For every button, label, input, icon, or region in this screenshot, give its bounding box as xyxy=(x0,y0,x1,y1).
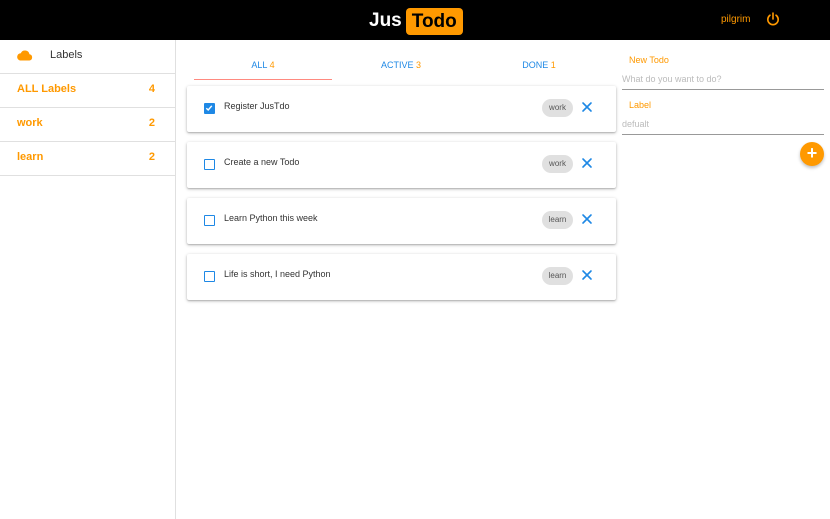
todo-label-chip: learn xyxy=(542,211,573,229)
sidebar-item-label: work xyxy=(17,117,43,129)
sidebar-item-work[interactable]: work 2 xyxy=(0,108,175,142)
delete-icon[interactable] xyxy=(580,268,594,282)
sidebar-header: Labels xyxy=(0,40,175,74)
tab-label: DONE xyxy=(522,60,549,70)
username-link[interactable]: pilgrim xyxy=(721,14,750,25)
todo-text: Register JusTdo xyxy=(224,101,290,111)
tab-done[interactable]: DONE 1 xyxy=(470,60,608,70)
new-todo-label: New Todo xyxy=(629,55,669,65)
todo-card: Life is short, I need Python learn xyxy=(187,254,616,300)
todo-text: Learn Python this week xyxy=(224,213,318,223)
tab-active[interactable]: ACTIVE 3 xyxy=(332,60,470,70)
todo-checkbox[interactable] xyxy=(204,103,215,114)
app-logo: Jus Todo xyxy=(369,7,463,35)
sidebar-item-learn[interactable]: learn 2 xyxy=(0,142,175,176)
sidebar-item-count: 4 xyxy=(148,83,155,95)
logo-text-jus: Jus xyxy=(369,10,402,31)
sidebar-item-count: 2 xyxy=(148,151,155,163)
sidebar-title: Labels xyxy=(50,49,83,61)
todo-label-chip: learn xyxy=(542,267,573,285)
logo-text-todo: Todo xyxy=(405,7,463,35)
todo-text: Create a new Todo xyxy=(224,157,300,167)
delete-icon[interactable] xyxy=(580,212,594,226)
add-todo-button[interactable]: + xyxy=(800,142,824,166)
new-todo-input[interactable] xyxy=(622,68,824,90)
todo-label-chip: work xyxy=(542,155,573,173)
tab-count: 3 xyxy=(416,60,422,70)
todo-card: Create a new Todo work xyxy=(187,142,616,188)
delete-icon[interactable] xyxy=(580,156,594,170)
todo-text: Life is short, I need Python xyxy=(224,269,331,279)
tab-all[interactable]: ALL 4 xyxy=(194,60,332,70)
todo-label-chip: work xyxy=(542,99,573,117)
sidebar-item-all-labels[interactable]: ALL Labels 4 xyxy=(0,74,175,108)
todo-checkbox[interactable] xyxy=(204,271,215,282)
todo-label-field-label: Label xyxy=(629,100,652,110)
filter-tabs: ALL 4 ACTIVE 3 DONE 1 xyxy=(194,60,608,81)
label-input[interactable] xyxy=(622,113,824,135)
top-app-bar: Jus Todo pilgrim xyxy=(0,0,830,40)
todo-checkbox[interactable] xyxy=(204,215,215,226)
labels-sidebar: Labels ALL Labels 4 work 2 learn 2 xyxy=(0,40,176,519)
todo-card: Learn Python this week learn xyxy=(187,198,616,244)
tab-label: ALL xyxy=(251,60,268,70)
sidebar-item-count: 2 xyxy=(148,117,155,129)
cloud-icon xyxy=(17,50,33,61)
plus-icon: + xyxy=(806,143,818,163)
tab-count: 4 xyxy=(269,60,275,70)
delete-icon[interactable] xyxy=(580,100,594,114)
check-icon xyxy=(205,105,213,112)
sidebar-item-label: learn xyxy=(17,151,44,163)
todo-checkbox[interactable] xyxy=(204,159,215,170)
sidebar-item-label: ALL Labels xyxy=(17,83,77,95)
todo-card: Register JusTdo work xyxy=(187,86,616,132)
power-icon[interactable] xyxy=(765,11,781,27)
tab-count: 1 xyxy=(550,60,556,70)
active-tab-indicator xyxy=(194,79,332,80)
tab-label: ACTIVE xyxy=(380,60,414,70)
